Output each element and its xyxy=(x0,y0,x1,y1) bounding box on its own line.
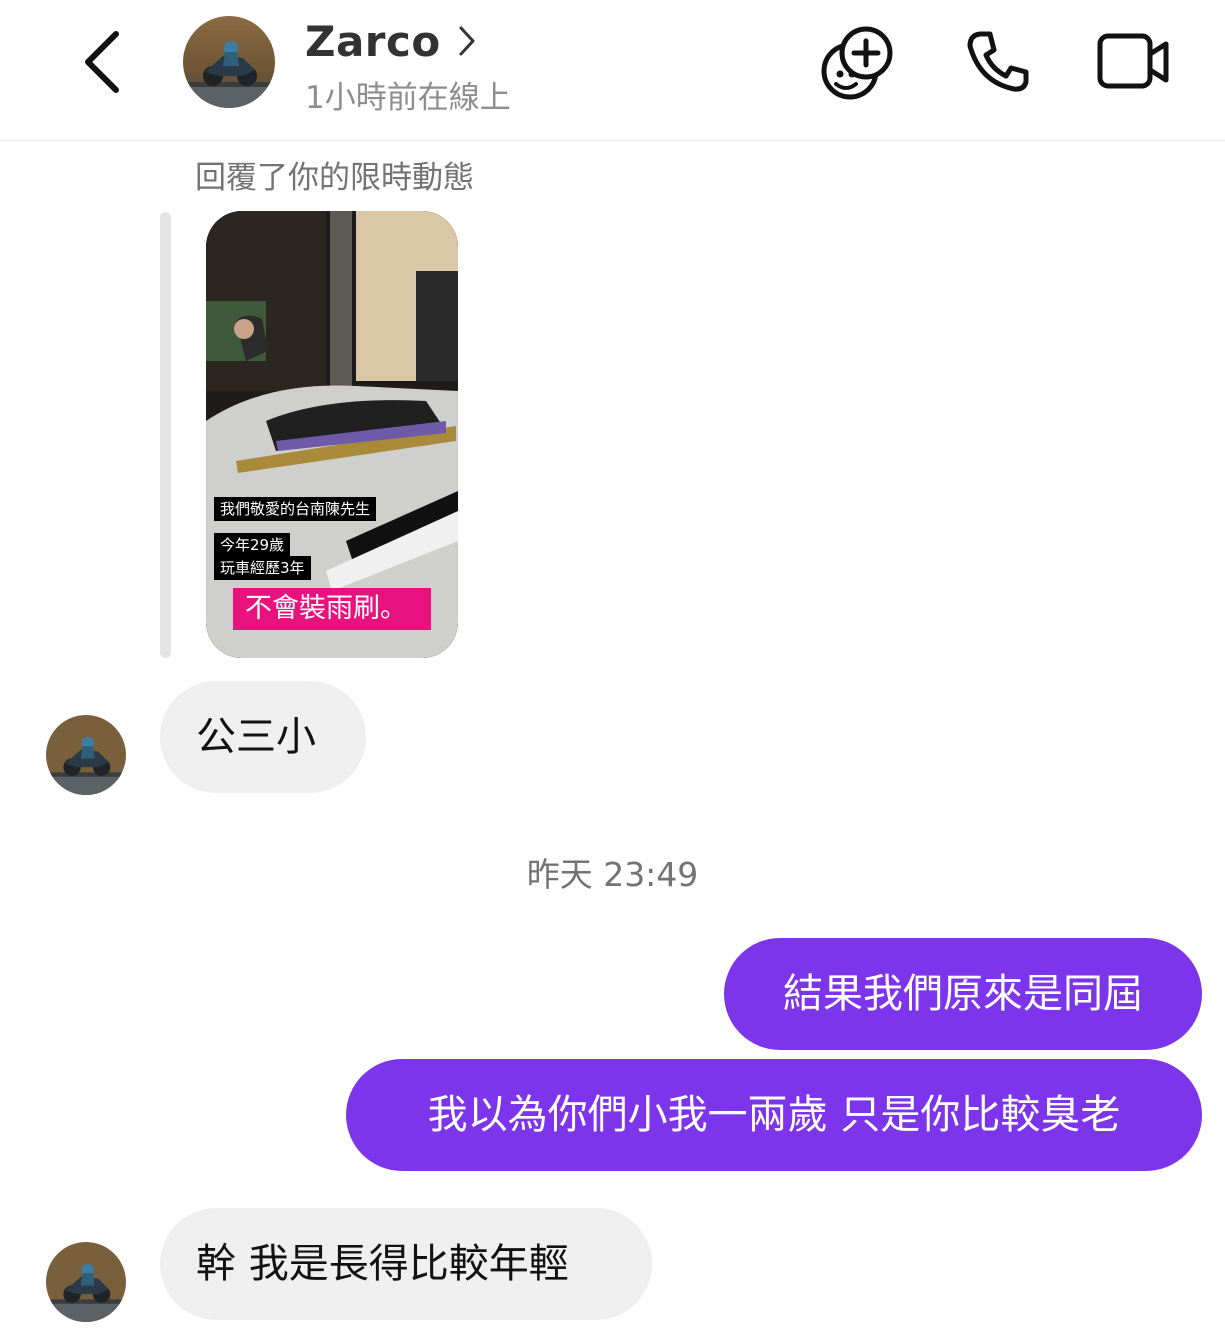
call-button[interactable] xyxy=(958,24,1038,100)
chat-header: Zarco 1小時前在線上 xyxy=(0,0,1225,141)
back-chevron-icon xyxy=(85,31,119,93)
motorcycle-photo-icon xyxy=(46,715,126,795)
story-caption-3: 玩車經歷3年 xyxy=(214,556,311,580)
contact-name[interactable]: Zarco xyxy=(305,17,441,66)
motorcycle-photo-icon xyxy=(183,16,275,108)
message-bubble-incoming[interactable]: 公三小 xyxy=(160,681,366,793)
reply-quote-bar xyxy=(160,212,171,658)
message-bubble-outgoing[interactable]: 我以為你們小我一兩歲 只是你比較臭老 xyxy=(346,1059,1202,1171)
contact-name-row[interactable]: Zarco xyxy=(305,14,477,68)
video-call-button[interactable] xyxy=(1094,24,1174,100)
phone-icon xyxy=(967,31,1029,92)
motorcycle-photo-icon xyxy=(46,1242,126,1322)
contact-avatar-small[interactable] xyxy=(46,1242,126,1322)
story-caption-1: 我們敬愛的台南陳先生 xyxy=(214,497,377,521)
story-caption-2: 今年29歲 xyxy=(214,533,291,557)
video-camera-icon xyxy=(1097,33,1169,89)
chevron-right-icon xyxy=(459,26,475,56)
contact-avatar-small[interactable] xyxy=(46,715,126,795)
story-highlight-caption: 不會裝雨刷。 xyxy=(233,588,431,630)
game-button[interactable] xyxy=(818,24,898,100)
story-reply-label: 回覆了你的限時動態 xyxy=(195,160,474,196)
back-button[interactable] xyxy=(70,22,140,102)
message-bubble-outgoing[interactable]: 結果我們原來是同屆 xyxy=(724,938,1202,1050)
contact-avatar[interactable] xyxy=(183,16,275,108)
message-timestamp: 昨天 23:49 xyxy=(526,855,699,894)
game-controller-icon xyxy=(821,26,893,100)
message-bubble-incoming[interactable]: 幹 我是長得比較年輕 xyxy=(160,1208,652,1320)
online-status: 1小時前在線上 xyxy=(305,80,511,116)
